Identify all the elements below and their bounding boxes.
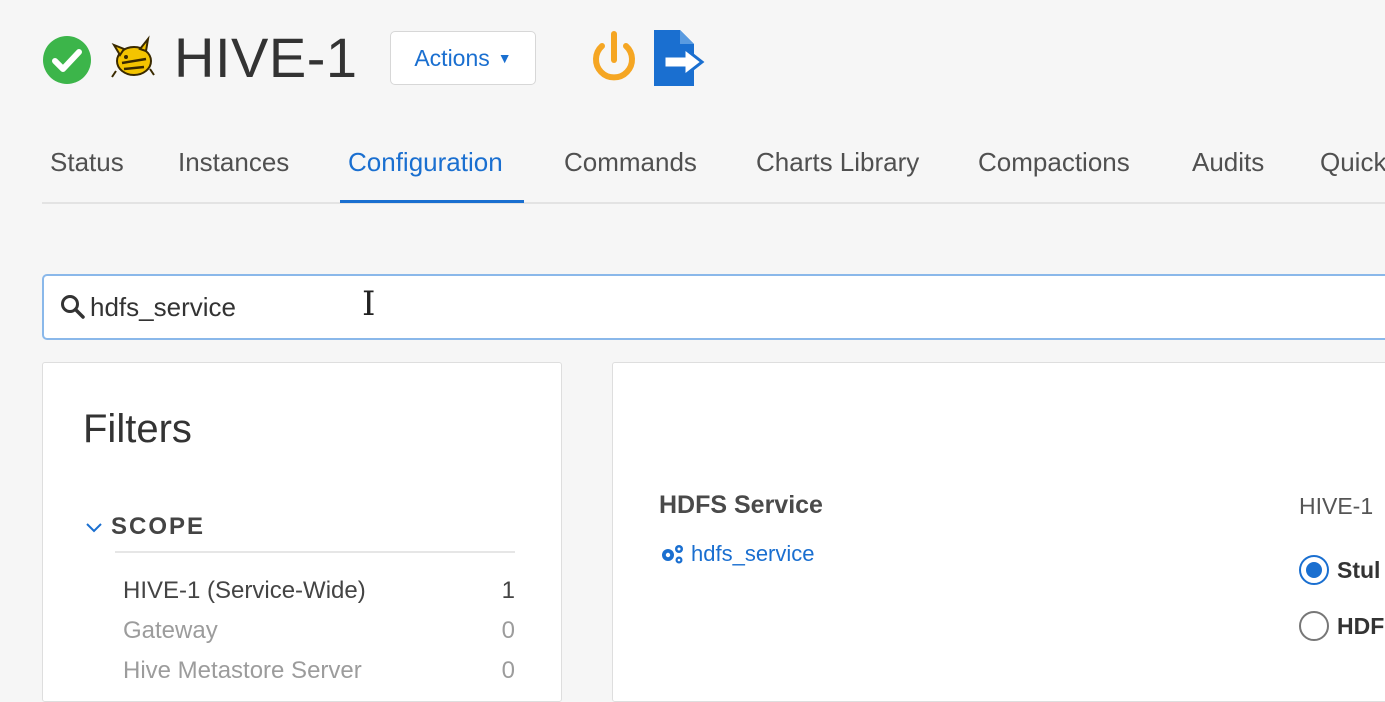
filters-panel: Filters SCOPE HIVE-1 (Service-Wide) 1 Ga…	[42, 362, 562, 702]
scope-divider	[115, 551, 515, 553]
export-icon[interactable]	[650, 26, 708, 90]
chevron-down-icon	[86, 523, 102, 533]
scope-section-toggle[interactable]: SCOPE	[85, 513, 205, 541]
search-input[interactable]	[90, 291, 1090, 323]
actions-dropdown-button[interactable]: Actions ▼	[390, 31, 536, 85]
scope-item-count: 0	[501, 617, 515, 644]
caret-down-icon: ▼	[497, 50, 512, 66]
radio-option-hdfs[interactable]: HDF	[1299, 611, 1384, 641]
tab-status[interactable]: Status	[50, 138, 124, 202]
config-panel: HDFS Service hdfs_service HIVE-1 Stul HD…	[612, 362, 1385, 702]
tab-commands[interactable]: Commands	[564, 138, 697, 202]
scope-item-service-wide[interactable]: HIVE-1 (Service-Wide) 1	[123, 577, 515, 605]
service-title: HIVE-1	[174, 26, 358, 89]
radio-button-checked[interactable]	[1299, 555, 1329, 585]
radio-label: Stul	[1337, 556, 1381, 583]
tab-bar: Status Instances Configuration Commands …	[42, 138, 1385, 204]
tab-instances[interactable]: Instances	[178, 138, 289, 202]
gears-icon	[662, 545, 683, 564]
text-cursor-icon: I	[362, 284, 376, 324]
status-ok-icon	[43, 36, 91, 84]
scope-item-hive-metastore[interactable]: Hive Metastore Server 0	[123, 657, 515, 685]
search-icon	[61, 295, 85, 319]
hive-logo-icon	[111, 35, 155, 78]
radio-button-unchecked[interactable]	[1299, 611, 1329, 641]
tab-quick-links[interactable]: Quick	[1320, 138, 1385, 202]
power-icon[interactable]	[582, 26, 646, 90]
scope-item-label: Gateway	[123, 617, 218, 644]
scope-item-count: 1	[501, 577, 515, 604]
tab-audits[interactable]: Audits	[1192, 138, 1264, 202]
actions-label: Actions	[414, 44, 490, 71]
scope-label: SCOPE	[111, 513, 206, 540]
property-display-name: HDFS Service	[659, 491, 823, 519]
scope-item-gateway[interactable]: Gateway 0	[123, 617, 515, 645]
scope-item-label: HIVE-1 (Service-Wide)	[123, 577, 366, 604]
tab-charts-library[interactable]: Charts Library	[756, 138, 919, 202]
radio-option-stub[interactable]: Stul	[1299, 555, 1380, 585]
radio-label: HDF	[1337, 612, 1385, 639]
property-key-text: hdfs_service	[691, 541, 815, 566]
config-search-box[interactable]	[42, 274, 1385, 340]
filters-title: Filters	[83, 407, 192, 451]
scope-item-label: Hive Metastore Server	[123, 657, 362, 684]
property-key-link[interactable]: hdfs_service	[659, 541, 815, 567]
tab-configuration[interactable]: Configuration	[348, 138, 503, 202]
scope-item-count: 0	[501, 657, 515, 684]
tab-compactions[interactable]: Compactions	[978, 138, 1130, 202]
active-tab-indicator	[340, 200, 524, 203]
scope-value-label: HIVE-1	[1299, 493, 1374, 519]
